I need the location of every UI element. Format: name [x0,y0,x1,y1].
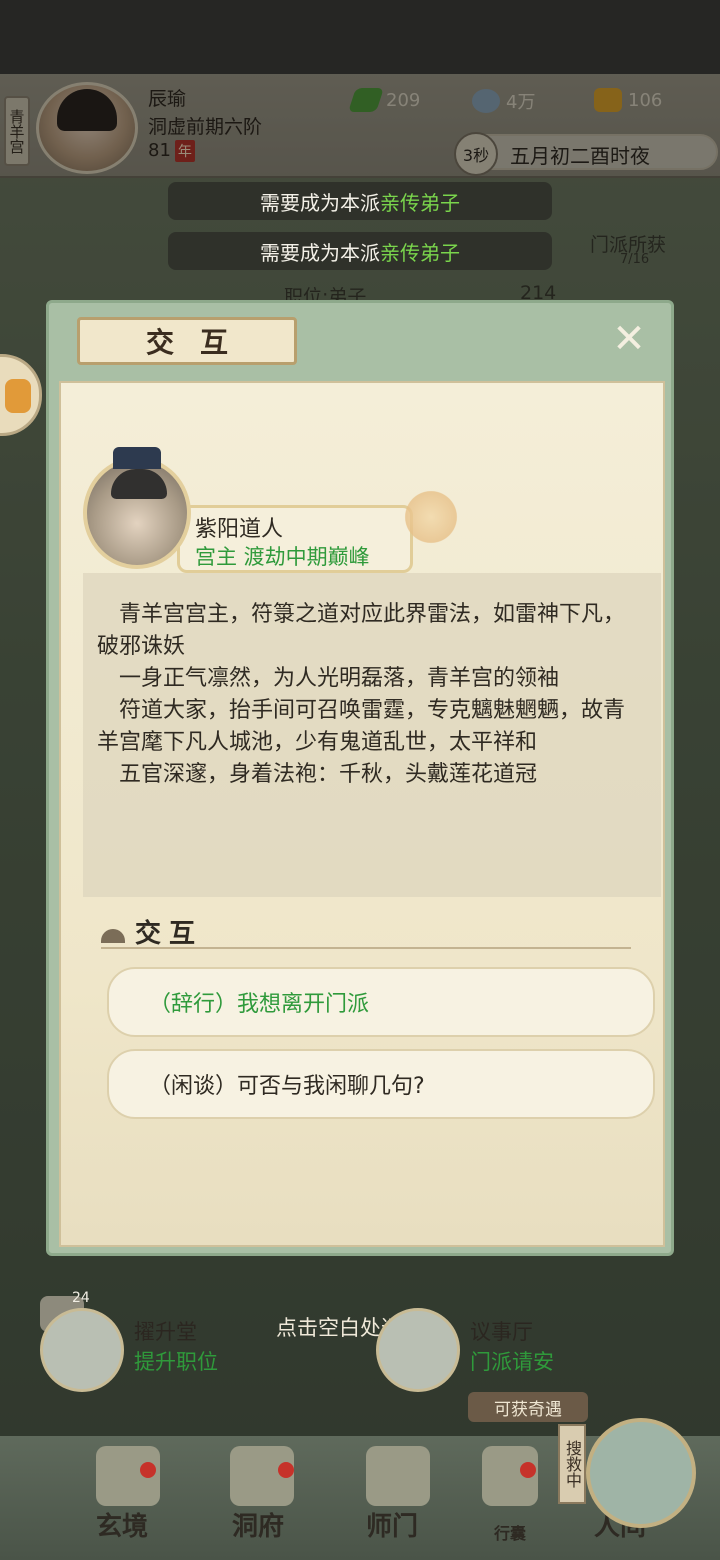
npc-avatar [83,447,191,569]
notification-dot [140,1462,156,1478]
building-promotion-hall[interactable]: 擢升堂 提升职位 [40,1304,340,1392]
option-leave-sect[interactable]: （辞行）我想离开门派 [107,967,655,1037]
banner-icon [366,1446,430,1506]
notice-toast: 需要成为本派 亲传弟子 [168,232,552,270]
fan-ornament-icon [401,487,461,547]
description-line: 一身正气凛然，为人光明磊落，青羊宫的领袖 [119,666,560,691]
section-title: 交互 [135,919,204,949]
building-name: 擢升堂 [134,1320,197,1344]
building-council-hall[interactable]: 议事厅 门派请安 [376,1304,676,1392]
nav-shimen[interactable]: 师门 [366,1506,418,1543]
option-chat[interactable]: （闲谈）可否与我闲聊几句? [107,1049,655,1119]
description-line: 五官深邃，身着法袍：千秋，头戴莲花道冠 [119,762,538,787]
building-name: 议事厅 [470,1320,533,1344]
building-icon [376,1308,460,1392]
npc-description: 青羊宫宫主，符箓之道对应此界雷法，如雷神下凡，破邪诛妖 一身正气凛然，为人光明磊… [83,573,661,897]
notice-text: 需要成为本派 [260,240,380,265]
description-line: 青羊宫宫主，符箓之道对应此界雷法，如雷神下凡，破邪诛妖 [97,602,626,659]
npc-title: 宫主 渡劫中期巅峰 [195,545,370,569]
nav-xuanjing[interactable]: 玄境 [96,1506,148,1543]
nav-dongfu[interactable]: 洞府 [232,1506,284,1543]
close-icon[interactable]: ✕ [607,317,651,361]
building-icon [40,1308,124,1392]
search-tag: 搜救中 [558,1424,586,1504]
notice-text: 需要成为本派 [260,190,380,215]
dialog-panel: 紫阳道人 宫主 渡劫中期巅峰 青羊宫宫主，符箓之道对应此界雷法，如雷神下凡，破邪… [59,381,665,1247]
world-map-icon[interactable] [586,1418,696,1528]
notice-highlight: 亲传弟子 [380,190,460,215]
description-line: 符道大家，抬手间可召唤雷霆，专克魑魅魍魉，故青羊宫麾下凡人城池，少有鬼道乱世，太… [97,698,626,755]
npc-name: 紫阳道人 [195,517,284,542]
building-action: 提升职位 [134,1350,218,1374]
dialog-title: 交互 [77,317,297,365]
interaction-dialog: 交互 ✕ 紫阳道人 宫主 渡劫中期巅峰 青羊宫宫主，符箓之道对应此界雷法，如雷神… [46,300,674,1256]
encounter-badge[interactable]: 可获奇遇 [468,1392,588,1422]
nav-xingnang[interactable]: 行囊 [494,1520,526,1544]
notice-highlight: 亲传弟子 [380,240,460,265]
notice-toast: 需要成为本派 亲传弟子 [168,182,552,220]
notification-dot [520,1462,536,1478]
interaction-section-header: 交互 [101,913,631,949]
status-bar-area [0,0,720,74]
notification-dot [278,1462,294,1478]
building-action: 门派请安 [470,1350,554,1374]
hat-icon [101,929,125,943]
